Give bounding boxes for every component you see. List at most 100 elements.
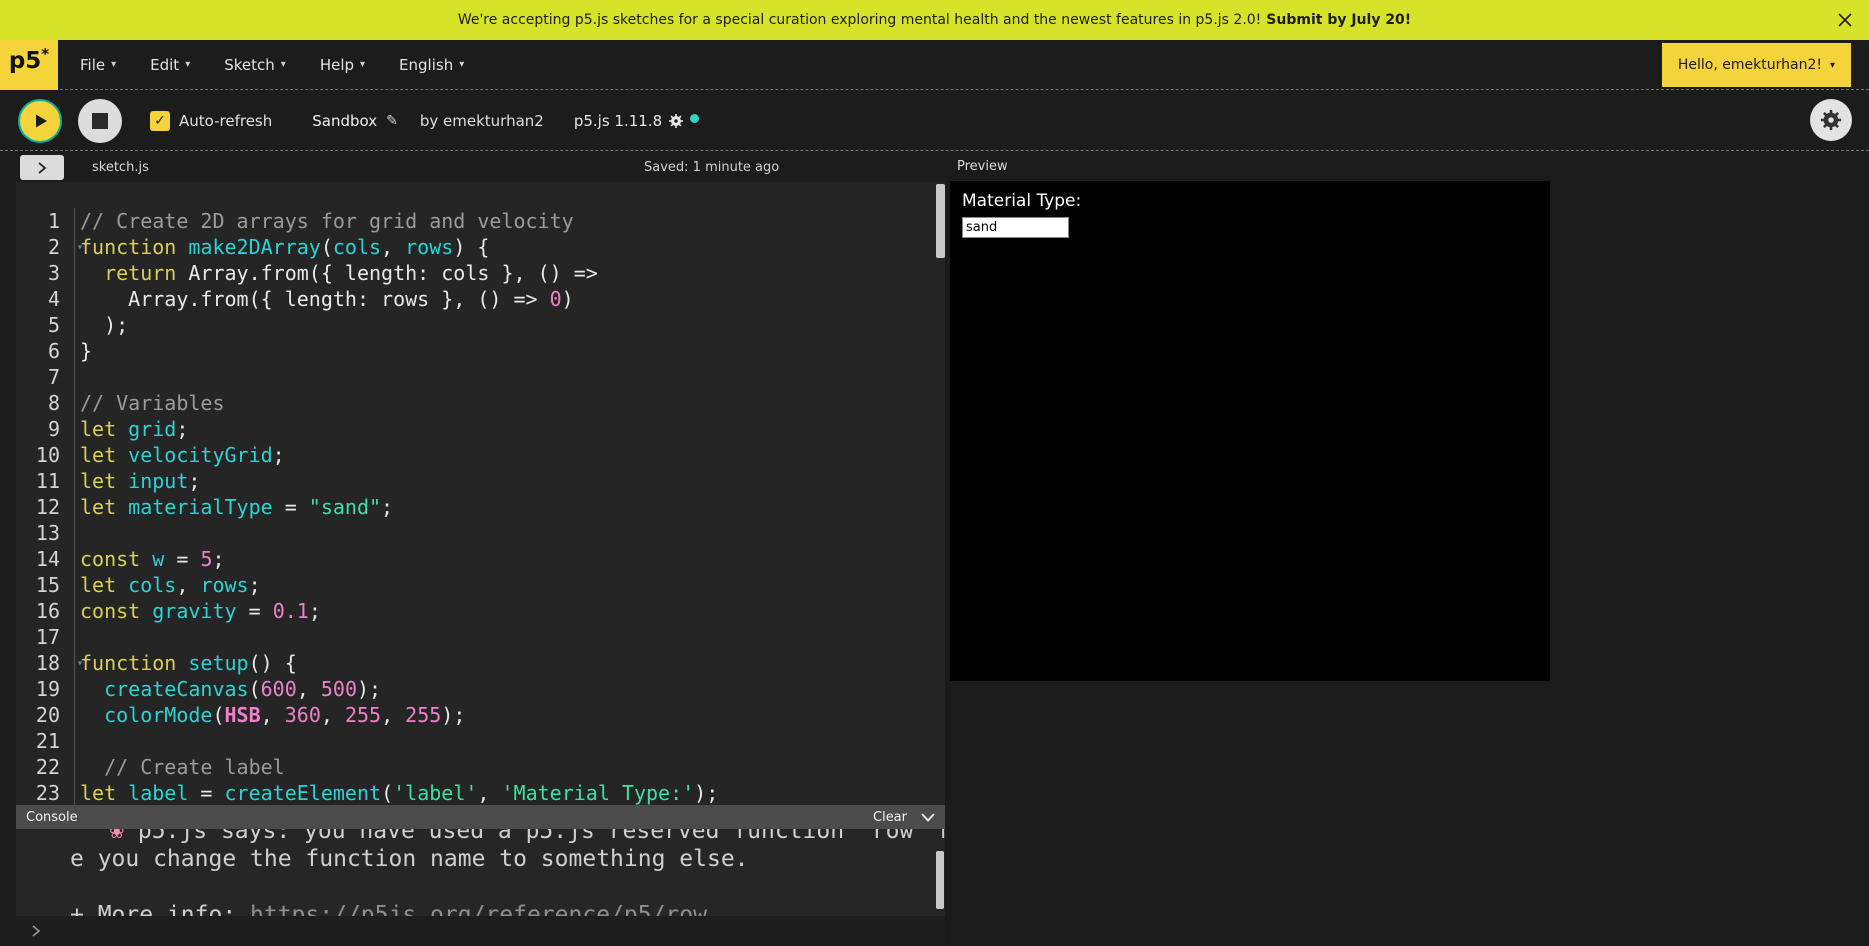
account-button[interactable]: Hello, emekturhan2! ▾	[1662, 43, 1851, 87]
menu-item-english[interactable]: English▾	[399, 56, 464, 74]
console-clear-button[interactable]: Clear	[873, 810, 907, 825]
token-num: 500	[321, 677, 357, 701]
menu-item-label: English	[399, 56, 453, 74]
line-number: 3	[16, 260, 74, 286]
menu-item-sketch[interactable]: Sketch▾	[224, 56, 286, 74]
console-prompt-icon	[30, 923, 42, 942]
token-pl: ;	[176, 417, 188, 441]
code-line: 23let label = createElement('label', 'Ma…	[16, 780, 945, 805]
token-kw: let	[80, 417, 116, 441]
token-num: 0.1	[273, 599, 309, 623]
token-pl: (	[321, 235, 333, 259]
line-number: 11	[16, 468, 74, 494]
console-log-text: + More info:	[70, 902, 250, 916]
console-log-text: p5.js says: you have used a p5.js reserv…	[138, 829, 945, 844]
material-type-input[interactable]	[962, 217, 1069, 238]
token-pl: ;	[381, 495, 393, 519]
banner-bold-text: Submit by July 20!	[1266, 12, 1411, 28]
code-text: let label = createElement('label', 'Mate…	[74, 780, 945, 805]
console-input-row[interactable]	[16, 916, 945, 946]
token-pl: ;	[212, 547, 224, 571]
code-text: let materialType = "sand";	[74, 494, 945, 520]
console-log-lines: ❀ p5.js says: you have used a p5.js reser…	[70, 829, 945, 916]
code-line: 16const gravity = 0.1;	[16, 598, 945, 624]
code-line: 14const w = 5;	[16, 546, 945, 572]
token-fn: createCanvas	[104, 677, 249, 701]
fold-marker-icon[interactable]: ▾	[73, 235, 87, 261]
line-number: 21	[16, 728, 74, 754]
chevron-down-icon: ▾	[360, 59, 365, 70]
token-pl: ,	[297, 677, 321, 701]
token-pl: );	[357, 677, 381, 701]
token-pl	[116, 495, 128, 519]
console-link[interactable]: https://p5js.org/reference/p5/row	[250, 902, 707, 916]
token-pl: );	[80, 313, 128, 337]
token-fn: setup	[188, 651, 248, 675]
project-name: Sandbox	[312, 112, 377, 130]
auto-refresh-checkbox[interactable]: ✓	[150, 111, 170, 131]
code-text: // Variables	[74, 390, 945, 416]
toolbar: ✓ Auto-refresh Sandbox ✎ by emekturhan2 …	[0, 91, 1869, 151]
code-line: 8// Variables	[16, 390, 945, 416]
play-icon	[30, 111, 50, 131]
menu-item-edit[interactable]: Edit▾	[150, 56, 190, 74]
token-kw: let	[80, 443, 116, 467]
token-vr: rows	[405, 235, 453, 259]
code-editor[interactable]: 1// Create 2D arrays for grid and veloci…	[16, 182, 945, 805]
line-number: 18	[16, 650, 74, 676]
code-line: 21	[16, 728, 945, 754]
console-log-line	[70, 873, 945, 901]
code-text	[74, 624, 945, 650]
code-text: function setup() {	[74, 650, 945, 676]
token-pl: Array.from({ length: cols }, () =>	[176, 261, 597, 285]
token-pl	[116, 443, 128, 467]
edit-pencil-icon[interactable]: ✎	[386, 113, 398, 129]
token-pl: ;	[309, 599, 321, 623]
chevron-down-icon: ▾	[111, 59, 116, 70]
code-text: createCanvas(600, 500);	[74, 676, 945, 702]
sidebar-collapse-button[interactable]	[20, 155, 64, 180]
console-title: Console	[26, 810, 78, 825]
banner-close-icon[interactable]	[1835, 10, 1855, 30]
console-panel: Console Clear ❀ p5.js says: you have used…	[16, 805, 945, 946]
code-line: 5 );	[16, 312, 945, 338]
token-com: // Variables	[80, 391, 225, 415]
version-gear-icon	[668, 113, 684, 129]
token-pl	[80, 677, 104, 701]
console-output[interactable]: ❀ p5.js says: you have used a p5.js reser…	[16, 829, 945, 916]
code-line: 3 return Array.from({ length: cols }, ()…	[16, 260, 945, 286]
console-collapse-chevron-icon[interactable]	[921, 813, 935, 822]
line-number: 23	[16, 780, 74, 805]
chevron-down-icon: ▾	[281, 59, 286, 70]
p5-version[interactable]: p5.js 1.11.8	[574, 112, 699, 130]
console-actions: Clear	[873, 810, 935, 825]
menu-item-help[interactable]: Help▾	[320, 56, 365, 74]
token-pl: );	[694, 781, 718, 805]
stop-button[interactable]	[78, 99, 122, 143]
menu-item-file[interactable]: File▾	[80, 56, 116, 74]
logo-asterisk: *	[41, 47, 49, 62]
fold-marker-icon[interactable]: ▾	[73, 651, 87, 677]
console-scrollbar[interactable]	[936, 851, 944, 909]
flower-icon: ❀	[110, 829, 124, 844]
code-text: const gravity = 0.1;	[74, 598, 945, 624]
settings-button[interactable]	[1810, 99, 1852, 141]
console-log-line: + More info: https://p5js.org/reference/…	[70, 901, 945, 916]
preview-pane: Preview Material Type:	[950, 152, 1869, 946]
code-line: 12let materialType = "sand";	[16, 494, 945, 520]
code-line: 20 colorMode(HSB, 360, 255, 255);	[16, 702, 945, 728]
line-number: 10	[16, 442, 74, 468]
token-pl	[80, 703, 104, 727]
token-pl	[140, 547, 152, 571]
token-kw: const	[80, 547, 140, 571]
p5-logo[interactable]: p5*	[0, 40, 58, 90]
code-text: // Create label	[74, 754, 945, 780]
line-number: 4	[16, 286, 74, 312]
play-button[interactable]	[18, 99, 62, 143]
saved-status: Saved: 1 minute ago	[644, 160, 779, 175]
code-line: 7	[16, 364, 945, 390]
token-pl: ,	[176, 573, 200, 597]
editor-scrollbar[interactable]	[936, 184, 945, 258]
tab-sketch-js[interactable]: sketch.js	[92, 160, 149, 175]
code-line: 4 Array.from({ length: rows }, () => 0)	[16, 286, 945, 312]
